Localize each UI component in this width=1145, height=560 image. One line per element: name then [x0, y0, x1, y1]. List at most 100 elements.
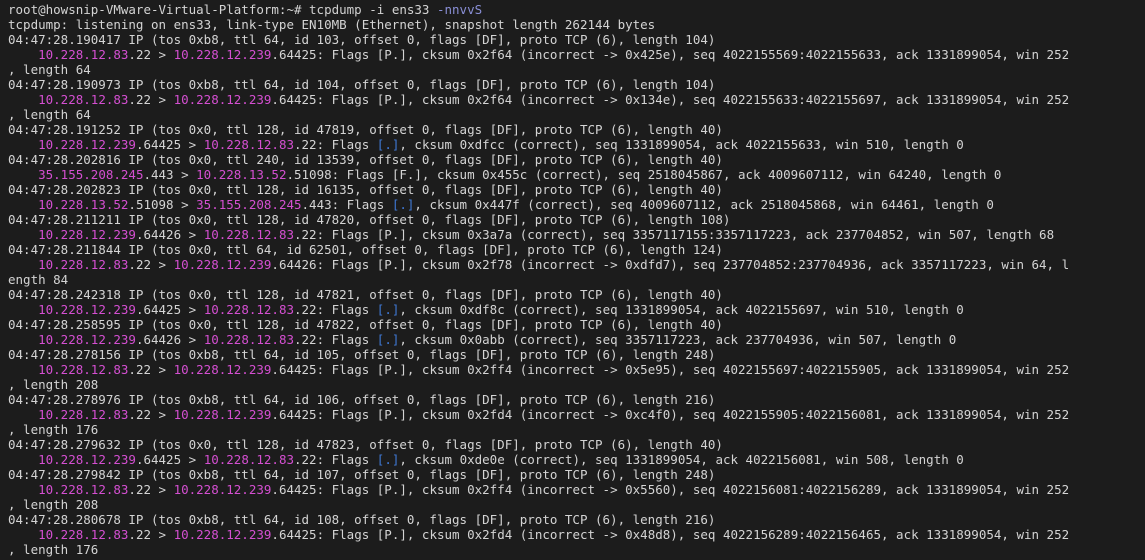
line-text [8, 527, 38, 542]
line-text [8, 227, 38, 242]
ip-address: 10.228.12.83 [203, 332, 294, 347]
output-line: , length 208 [8, 377, 1145, 392]
line-text: .22 > [128, 527, 174, 542]
ip-address: 10.228.12.239 [173, 92, 272, 107]
line-text: .64426: Flags [P.], cksum 0x2f78 (incorr… [271, 257, 1070, 272]
line-text: , length 208 [8, 377, 99, 392]
line-text: 04:47:28.279842 IP (tos 0xb8, ttl 64, id… [8, 467, 716, 482]
line-text: , cksum 0x447f (correct), seq 4009607112… [414, 197, 994, 212]
output-line: 04:47:28.202816 IP (tos 0x0, ttl 240, id… [8, 152, 1145, 167]
line-text: -i ens33 [369, 2, 437, 17]
line-text: 04:47:28.202823 IP (tos 0x0, ttl 128, id… [8, 182, 723, 197]
command-option: -nnvvS [436, 2, 483, 17]
line-text: , cksum 0xde0e (correct), seq 1331899054… [399, 452, 964, 467]
line-text: , length 176 [8, 542, 99, 557]
line-text [8, 137, 38, 152]
ip-address: 10.228.12.83 [203, 227, 294, 242]
line-text: , length 176 [8, 422, 99, 437]
terminal-output[interactable]: root@howsnip-VMware-Virtual-Platform:~# … [0, 0, 1145, 560]
output-line: 04:47:28.279632 IP (tos 0x0, ttl 128, id… [8, 437, 1145, 452]
output-line: 04:47:28.202823 IP (tos 0x0, ttl 128, id… [8, 182, 1145, 197]
output-line: 04:47:28.242318 IP (tos 0x0, ttl 128, id… [8, 287, 1145, 302]
output-line: 10.228.13.52.51098 > 35.155.208.245.443:… [8, 197, 1145, 212]
line-text: 04:47:28.190973 IP (tos 0xb8, ttl 64, id… [8, 77, 716, 92]
output-line: 04:47:28.280678 IP (tos 0xb8, ttl 64, id… [8, 512, 1145, 527]
line-text: .64425: Flags [P.], cksum 0x2ff4 (incorr… [271, 362, 1070, 377]
output-line: 04:47:28.279842 IP (tos 0xb8, ttl 64, id… [8, 467, 1145, 482]
prompt-line: root@howsnip-VMware-Virtual-Platform:~# … [8, 2, 1145, 17]
ip-address: 10.228.12.83 [38, 482, 129, 497]
line-text [8, 332, 38, 347]
line-text: root@howsnip-VMware-Virtual-Platform:~# [8, 2, 310, 17]
line-text: .22: Flags [P.], cksum 0x3a7a (correct),… [294, 227, 1055, 242]
ip-address: 10.228.12.83 [203, 137, 294, 152]
output-line: 04:47:28.191252 IP (tos 0x0, ttl 128, id… [8, 122, 1145, 137]
ip-address: 10.228.12.83 [38, 362, 129, 377]
output-line: 10.228.12.83.22 > 10.228.12.239.64425: F… [8, 527, 1145, 542]
output-line: 10.228.12.239.64425 > 10.228.12.83.22: F… [8, 302, 1145, 317]
line-text: 04:47:28.278156 IP (tos 0xb8, ttl 64, id… [8, 347, 716, 362]
output-line: 10.228.12.83.22 > 10.228.12.239.64425: F… [8, 482, 1145, 497]
output-line: 10.228.12.83.22 > 10.228.12.239.64425: F… [8, 92, 1145, 107]
line-text: .51098 > [128, 197, 197, 212]
output-line: , length 64 [8, 107, 1145, 122]
ip-address: 10.228.12.239 [173, 482, 272, 497]
ip-address: 10.228.12.239 [38, 452, 136, 467]
line-text: 04:47:28.242318 IP (tos 0x0, ttl 128, id… [8, 287, 723, 302]
line-text [8, 482, 38, 497]
line-text [8, 302, 38, 317]
output-line: 04:47:28.278156 IP (tos 0xb8, ttl 64, id… [8, 347, 1145, 362]
line-text: .22: Flags [294, 452, 377, 467]
line-text: .64425: Flags [P.], cksum 0x2ff4 (incorr… [271, 482, 1070, 497]
line-text: 04:47:28.190417 IP (tos 0xb8, ttl 64, id… [8, 32, 716, 47]
line-text: 04:47:28.202816 IP (tos 0x0, ttl 240, id… [8, 152, 723, 167]
line-text: .64425: Flags [P.], cksum 0x2f64 (incorr… [271, 92, 1070, 107]
output-line: , length 176 [8, 422, 1145, 437]
output-line: 04:47:28.258595 IP (tos 0x0, ttl 128, id… [8, 317, 1145, 332]
ip-address: 10.228.13.52 [196, 167, 287, 182]
ip-address: 10.228.12.83 [38, 257, 129, 272]
output-line: 04:47:28.190973 IP (tos 0xb8, ttl 64, id… [8, 77, 1145, 92]
ip-address: 10.228.12.239 [173, 257, 272, 272]
tcp-flag: [.] [376, 137, 400, 152]
line-text: .22 > [128, 92, 174, 107]
line-text: , length 64 [8, 62, 91, 77]
output-line: 10.228.12.83.22 > 10.228.12.239.64425: F… [8, 407, 1145, 422]
line-text: 04:47:28.258595 IP (tos 0x0, ttl 128, id… [8, 317, 723, 332]
line-text: .64425: Flags [P.], cksum 0x2f64 (incorr… [271, 47, 1070, 62]
output-line: tcpdump: listening on ens33, link-type E… [8, 17, 1145, 32]
line-text: .22 > [128, 407, 174, 422]
line-text: .443 > [143, 167, 197, 182]
line-text: .22 > [128, 482, 174, 497]
command-name: tcpdump [309, 2, 370, 17]
output-line: 04:47:28.211211 IP (tos 0x0, ttl 128, id… [8, 212, 1145, 227]
line-text: 04:47:28.280678 IP (tos 0xb8, ttl 64, id… [8, 512, 716, 527]
ip-address: 10.228.12.83 [38, 47, 129, 62]
line-text: .64425 > [135, 137, 204, 152]
output-line: 10.228.12.239.64425 > 10.228.12.83.22: F… [8, 452, 1145, 467]
output-line: 04:47:28.278976 IP (tos 0xb8, ttl 64, id… [8, 392, 1145, 407]
line-text: .64425: Flags [P.], cksum 0x2fd4 (incorr… [271, 407, 1070, 422]
ip-address: 35.155.208.245 [196, 197, 302, 212]
line-text: .443: Flags [301, 197, 392, 212]
line-text: , cksum 0x0abb (correct), seq 3357117223… [399, 332, 957, 347]
line-text: .22 > [128, 362, 174, 377]
output-line: 04:47:28.211844 IP (tos 0x0, ttl 64, id … [8, 242, 1145, 257]
line-text: 04:47:28.279632 IP (tos 0x0, ttl 128, id… [8, 437, 723, 452]
line-text: .51098: Flags [F.], cksum 0x455c (correc… [286, 167, 1002, 182]
output-line: , length 176 [8, 542, 1145, 557]
line-text: .64425 > [135, 302, 204, 317]
line-text: 04:47:28.211844 IP (tos 0x0, ttl 64, id … [8, 242, 723, 257]
output-line: 04:47:28.190417 IP (tos 0xb8, ttl 64, id… [8, 32, 1145, 47]
tcp-flag: [.] [376, 452, 400, 467]
ip-address: 10.228.12.83 [38, 407, 129, 422]
ip-address: 10.228.12.239 [173, 527, 272, 542]
line-text: .64425: Flags [P.], cksum 0x2fd4 (incorr… [271, 527, 1070, 542]
tcp-flag: [.] [376, 332, 400, 347]
line-text [8, 362, 38, 377]
output-line: 10.228.12.239.64426 > 10.228.12.83.22: F… [8, 332, 1145, 347]
ip-address: 10.228.12.239 [173, 407, 272, 422]
ip-address: 10.228.12.83 [38, 527, 129, 542]
line-text: , length 208 [8, 497, 99, 512]
line-text: .64426 > [135, 227, 204, 242]
